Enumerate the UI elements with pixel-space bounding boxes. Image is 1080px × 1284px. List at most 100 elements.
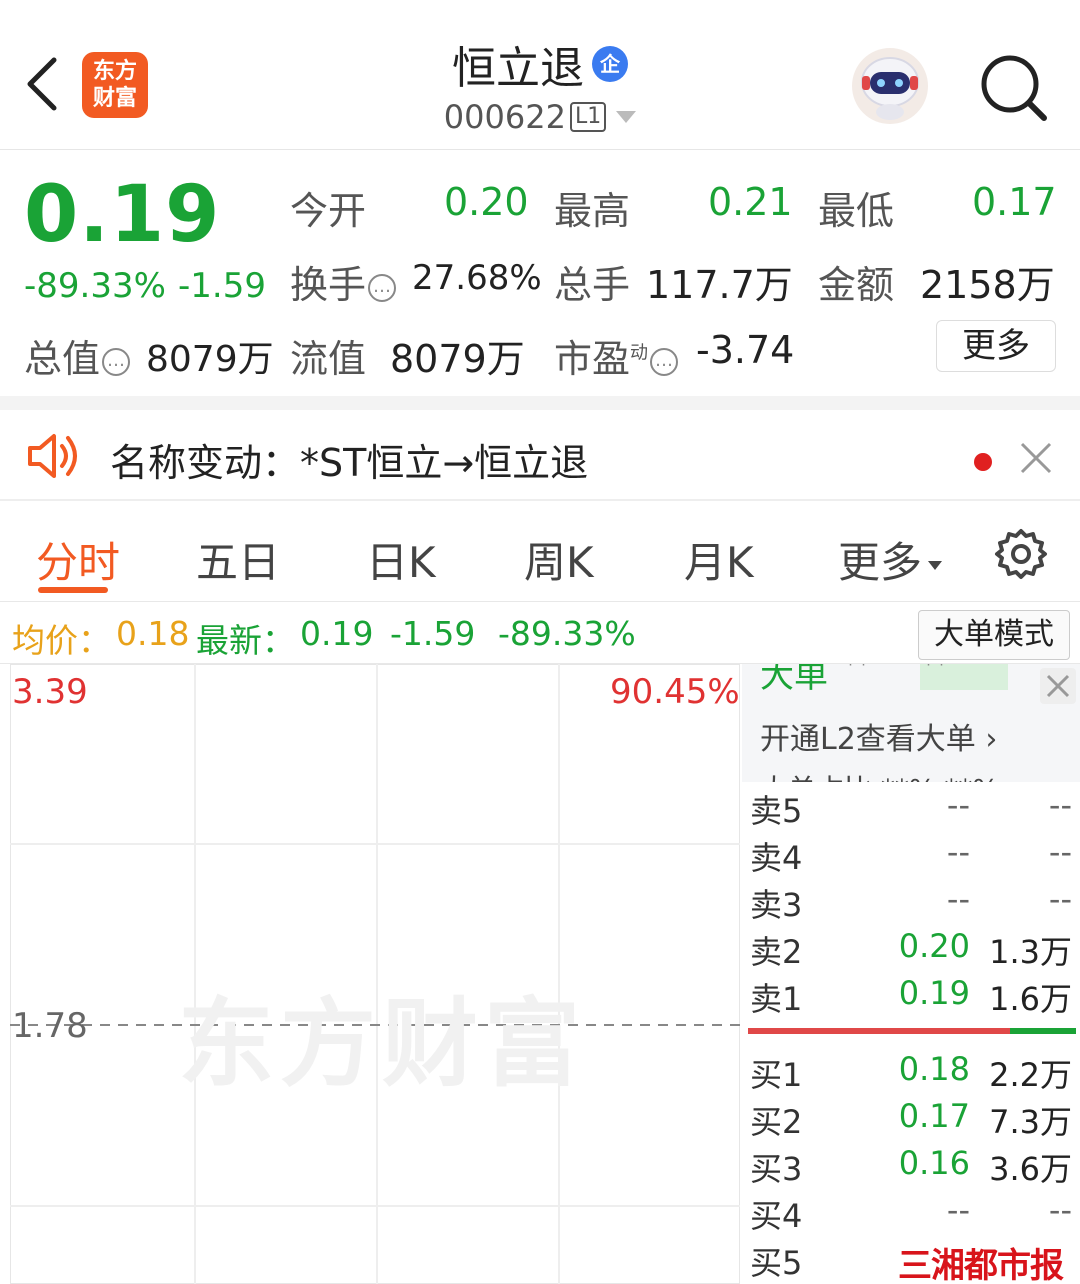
bid-price: --: [946, 1191, 970, 1229]
amount-value: 2158万: [920, 263, 1055, 307]
bid-level-label: 买4: [750, 1197, 803, 1235]
tab-monthly-k[interactable]: 月K: [684, 529, 754, 590]
ai-assistant-robot-icon[interactable]: [850, 46, 930, 126]
bid-level-label: 买3: [750, 1150, 803, 1188]
latest-label: 最新：: [196, 621, 295, 660]
volume-value: 117.7万: [646, 263, 793, 307]
bid-volume: 3.6万: [989, 1150, 1072, 1188]
low-label: 最低: [818, 189, 895, 233]
big-order-ratio: 大单占比 **% **%: [760, 768, 999, 782]
ask-volume: --: [1048, 786, 1072, 824]
chart-legend-row: 均价： 0.18 最新： 0.19 -1.59 -89.33% 大单模式: [0, 602, 1080, 664]
turnover-value: 27.68%: [412, 258, 542, 298]
bid-level-label: 买2: [750, 1103, 803, 1141]
tab-more[interactable]: 更多: [838, 529, 943, 590]
ask-level-label: 卖5: [750, 792, 803, 830]
ask-volume: --: [1048, 833, 1072, 871]
gear-icon[interactable]: [994, 527, 1048, 581]
enterprise-badge-icon: 企: [592, 46, 628, 82]
quote-panel: 0.19 -89.33% -1.59 今开 0.20 最高 0.21 最低 0.…: [0, 150, 1080, 396]
big-order-promo[interactable]: 大单 ** ** 开通L2查看大单 › 大单占比 **% **%: [742, 664, 1080, 782]
big-order-label: 大单: [760, 664, 828, 696]
ask-level-label: 卖4: [750, 839, 803, 877]
info-icon[interactable]: …: [650, 347, 679, 376]
change-percent: -89.33%: [24, 266, 166, 306]
close-icon[interactable]: [1018, 440, 1054, 476]
bid-row-2: 买2 0.17 7.3万: [742, 1097, 1080, 1143]
ask-price: --: [946, 833, 970, 871]
bid-price: 0.16: [898, 1144, 970, 1182]
ask-row-2: 卖2 0.20 1.3万: [742, 927, 1080, 973]
current-price: 0.19: [24, 170, 221, 260]
ask-row-4: 卖4 -- --: [742, 833, 1080, 879]
high-label: 最高: [554, 189, 631, 233]
latest-value: 0.19: [300, 614, 374, 653]
avg-price-value: 0.18: [116, 614, 190, 653]
watermark: 东方财富: [178, 988, 586, 1100]
amount-label: 金额: [818, 263, 895, 307]
ask-row-5: 卖5 -- --: [742, 786, 1080, 832]
bid-ask-ratio-bar: [748, 1028, 1076, 1034]
level-badge: L1: [569, 102, 607, 132]
bid-price: 0.17: [898, 1097, 970, 1135]
stock-code: 000622: [443, 98, 566, 136]
pe-label[interactable]: 市盈动…: [554, 328, 679, 383]
info-icon[interactable]: …: [102, 347, 131, 376]
more-button[interactable]: 更多: [936, 320, 1056, 372]
mktcap-label[interactable]: 总值…: [24, 328, 131, 383]
masked-value-2: **: [922, 664, 948, 680]
bid-row-4: 买4 -- --: [742, 1191, 1080, 1237]
notice-text: 名称变动：*ST恒立→恒立退: [110, 441, 589, 485]
mktcap-label-text: 总值: [24, 337, 101, 381]
turnover-label[interactable]: 换手…: [290, 254, 397, 309]
low-value: 0.17: [972, 180, 1057, 224]
big-order-mode-button[interactable]: 大单模式: [918, 610, 1070, 660]
side-panel: 大单 ** ** 开通L2查看大单 › 大单占比 **% **% 卖5 -- -…: [742, 664, 1080, 1284]
tab-weekly-k[interactable]: 周K: [524, 529, 594, 590]
tab-intraday[interactable]: 分时: [36, 529, 120, 590]
ask-price: --: [946, 786, 970, 824]
close-icon[interactable]: [1040, 668, 1076, 704]
info-icon[interactable]: …: [368, 273, 397, 302]
notice-bar[interactable]: 名称变动：*ST恒立→恒立退: [0, 396, 1080, 500]
masked-value-1: **: [844, 664, 870, 680]
ask-volume: --: [1048, 880, 1072, 918]
bid-level-label: 买1: [750, 1056, 803, 1094]
ask-volume: 1.6万: [989, 980, 1072, 1018]
y-axis-top-price: 3.39: [12, 672, 88, 712]
dropdown-caret-icon[interactable]: [616, 111, 637, 123]
search-icon[interactable]: [978, 52, 1050, 124]
volume-label: 总手: [554, 263, 631, 307]
y-axis-mid-price: 1.78: [12, 1006, 88, 1046]
ask-level-label: 卖3: [750, 886, 803, 924]
chart-tabs: 分时 五日 日K 周K 月K 更多: [0, 500, 1080, 602]
active-tab-indicator: [38, 587, 108, 593]
y-axis-top-percent: 90.45%: [610, 672, 740, 712]
ask-volume: 1.3万: [989, 933, 1072, 971]
open-l2-link[interactable]: 开通L2查看大单 ›: [760, 714, 997, 758]
open-value: 0.20: [444, 180, 529, 224]
brand-watermark: 三湘都市报: [898, 1246, 1064, 1284]
ask-price: 0.19: [898, 974, 970, 1012]
float-label: 流值: [290, 337, 367, 381]
latest-percent: -89.33%: [498, 614, 636, 653]
mktcap-value: 8079万: [146, 339, 274, 380]
ask-row-1: 卖1 0.19 1.6万: [742, 974, 1080, 1020]
bid-row-1: 买1 0.18 2.2万: [742, 1050, 1080, 1096]
tab-daily-k[interactable]: 日K: [366, 529, 436, 590]
unread-dot: [974, 453, 992, 471]
ask-price: 0.20: [898, 927, 970, 965]
bid-volume: 7.3万: [989, 1103, 1072, 1141]
bid-price: 0.18: [898, 1050, 970, 1088]
pe-label-text: 市盈: [554, 337, 631, 381]
ask-row-3: 卖3 -- --: [742, 880, 1080, 926]
turnover-label-text: 换手: [290, 263, 367, 307]
bid-volume: 2.2万: [989, 1056, 1072, 1094]
change-amount: -1.59: [178, 266, 266, 306]
tab-five-day[interactable]: 五日: [196, 529, 280, 590]
ask-level-label: 卖1: [750, 980, 803, 1018]
pe-value: -3.74: [696, 328, 795, 372]
bid-level-label: 买5: [750, 1244, 803, 1282]
top-nav-bar: 东方 财富 恒立退企 000622 L1: [0, 0, 1080, 150]
float-value: 8079万: [390, 337, 525, 381]
